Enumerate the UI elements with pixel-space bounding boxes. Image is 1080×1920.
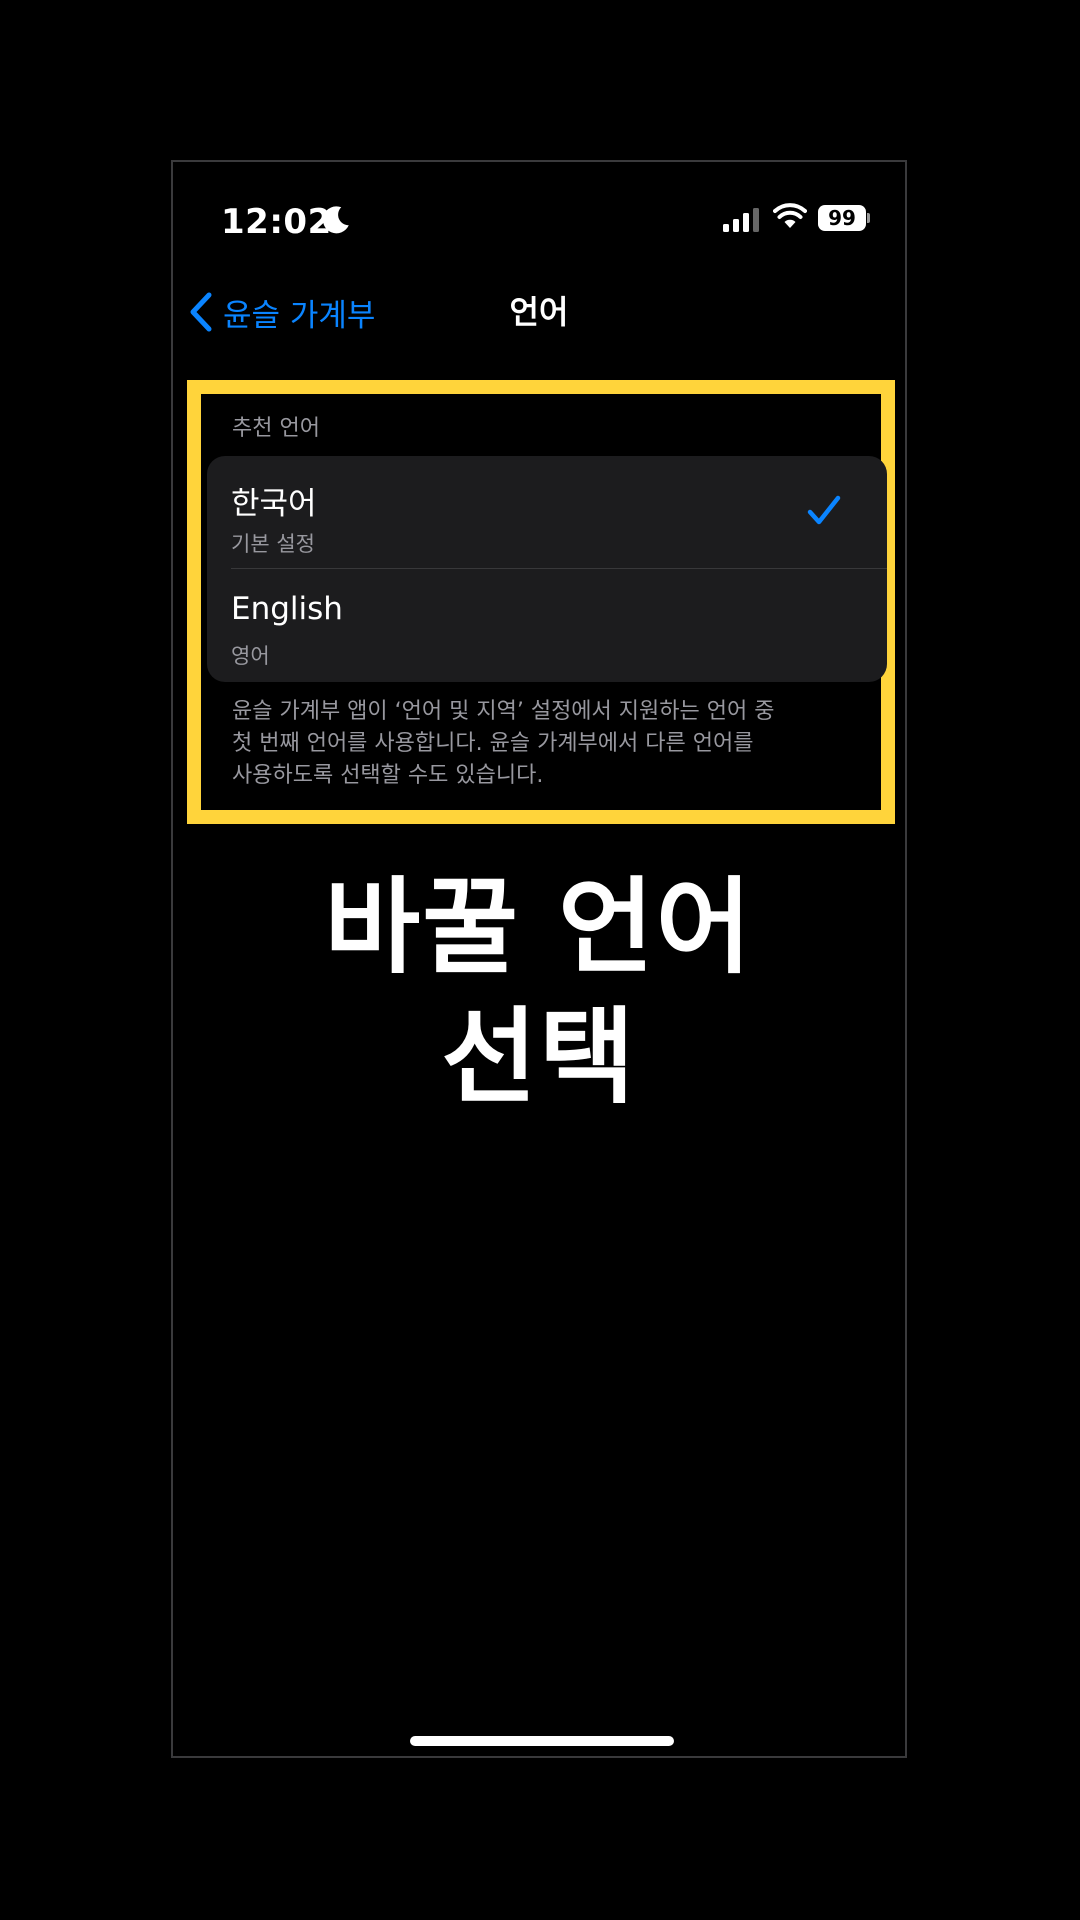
checkmark-icon [807, 495, 841, 525]
moon-icon [322, 206, 349, 234]
home-indicator[interactable] [410, 1736, 674, 1746]
footer-note-line: 첫 번째 언어를 사용합니다. 윤슬 가계부에서 다른 언어를 [232, 731, 754, 756]
phone-screen: 12:02 99 윤슬 가계부 언어 추천 언어 한국어 기본 설정 Engli… [171, 160, 907, 1758]
caption-line: 선택 [441, 996, 637, 1118]
page-title: 언어 [509, 293, 569, 331]
battery-icon: 99 [818, 205, 870, 231]
cellular-signal-icon [723, 208, 759, 232]
footer-note-line: 사용하도록 선택할 수도 있습니다. [232, 763, 544, 788]
navigation-bar: 윤슬 가계부 언어 [173, 272, 905, 352]
language-option-korean[interactable]: 한국어 기본 설정 [207, 456, 887, 569]
section-footer-note: 윤슬 가계부 앱이 ‘언어 및 지역’ 설정에서 지원하는 언어 중 첫 번째 … [232, 696, 842, 792]
language-option-title: English [231, 591, 343, 627]
wifi-icon [773, 203, 807, 228]
language-option-subtitle: 기본 설정 [231, 532, 315, 556]
language-option-english[interactable]: English 영어 [207, 569, 887, 682]
language-option-subtitle: 영어 [231, 644, 270, 668]
caption-line: 바꿀 언어 [324, 866, 754, 988]
status-bar: 12:02 99 [173, 162, 905, 282]
overlay-caption: 바꿀 언어 선택 [173, 862, 905, 1122]
language-list: 한국어 기본 설정 English 영어 [207, 456, 887, 682]
language-option-title: 한국어 [231, 486, 317, 522]
section-header: 추천 언어 [232, 416, 320, 441]
battery-level: 99 [818, 205, 866, 231]
status-time: 12:02 [221, 202, 332, 242]
footer-note-line: 윤슬 가계부 앱이 ‘언어 및 지역’ 설정에서 지원하는 언어 중 [232, 699, 775, 724]
